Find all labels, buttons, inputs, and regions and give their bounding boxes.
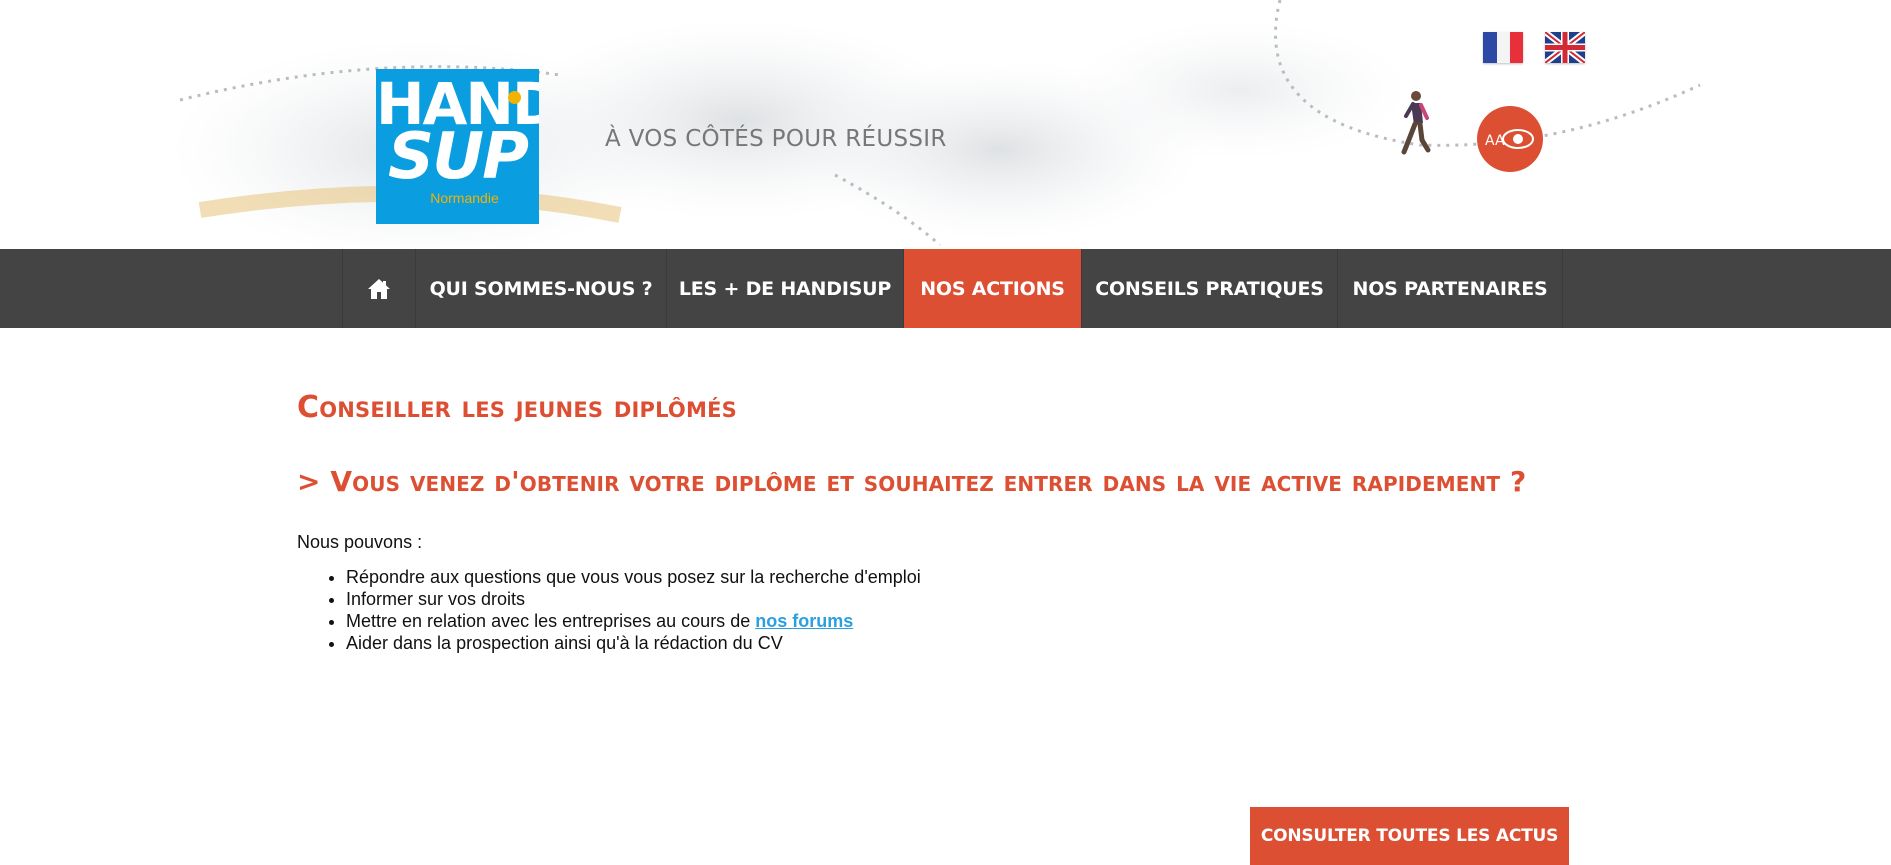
list-item: Informer sur vos droits	[346, 588, 1597, 610]
list-item: Mettre en relation avec les entreprises …	[346, 610, 1597, 632]
list-item-text: Mettre en relation avec les entreprises …	[346, 611, 756, 631]
main-navigation: QUI SOMMES-NOUS ? LES + DE HANDISUP NOS …	[0, 249, 1891, 328]
intro-text: Nous pouvons :	[297, 532, 423, 552]
main-content: Conseiller les jeunes diplômés > Vous ve…	[297, 390, 1597, 654]
french-flag-icon[interactable]	[1483, 32, 1523, 63]
page-subtitle: > Vous venez d'obtenir votre diplôme et …	[297, 465, 1527, 498]
site-header: HANDI SUP Normandie À VOS CÔTÉS POUR RÉU…	[0, 0, 1891, 249]
logo-text-region: Normandie	[430, 190, 499, 206]
english-flag-icon[interactable]	[1545, 32, 1585, 63]
header-background-illustration	[170, 0, 1701, 249]
accessibility-button[interactable]: AA	[1477, 106, 1543, 172]
site-tagline: À VOS CÔTÉS POUR RÉUSSIR	[605, 126, 947, 152]
nav-nos-actions[interactable]: NOS ACTIONS	[904, 249, 1082, 328]
handisup-logo[interactable]: HANDI SUP Normandie	[376, 69, 539, 224]
nav-les-plus-de-handisup[interactable]: LES + DE HANDISUP	[667, 249, 904, 328]
nos-forums-link[interactable]: nos forums	[755, 611, 853, 631]
nav-conseils-pratiques[interactable]: CONSEILS PRATIQUES	[1082, 249, 1338, 328]
list-item-text: Informer sur vos droits	[346, 589, 526, 609]
home-icon	[368, 278, 390, 299]
nav-home[interactable]	[342, 249, 416, 328]
list-item-text: Aider dans la prospection ainsi qu'à la …	[346, 633, 783, 653]
logo-text-sup: SUP	[388, 120, 529, 194]
eye-icon: AA	[1485, 129, 1534, 149]
logo-dot	[508, 91, 521, 104]
list-item-text: Répondre aux questions que vous vous pos…	[346, 567, 921, 587]
services-list: Répondre aux questions que vous vous pos…	[297, 566, 1597, 654]
consult-all-news-button[interactable]: CONSULTER TOUTES LES ACTUS	[1250, 807, 1569, 865]
list-item: Aider dans la prospection ainsi qu'à la …	[346, 632, 1597, 654]
list-item: Répondre aux questions que vous vous pos…	[346, 566, 1597, 588]
nav-qui-sommes-nous[interactable]: QUI SOMMES-NOUS ?	[416, 249, 667, 328]
accessibility-label: AA	[1485, 133, 1505, 149]
page-title: Conseiller les jeunes diplômés	[297, 390, 737, 425]
nav-nos-partenaires[interactable]: NOS PARTENAIRES	[1338, 249, 1563, 328]
walking-person-icon	[1394, 90, 1434, 161]
